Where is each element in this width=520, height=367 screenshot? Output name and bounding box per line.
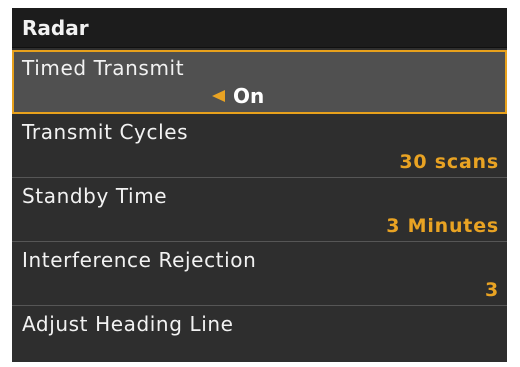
menu-item-value: 30 scans: [399, 151, 499, 173]
menu-item-label: Timed Transmit: [22, 56, 185, 80]
menu-item-adjust-heading-line[interactable]: Adjust Heading Line: [12, 306, 507, 362]
radar-settings-list: Timed Transmit On Transmit Cycles 30 sca…: [12, 50, 507, 362]
menu-header: Radar: [12, 8, 507, 48]
menu-item-value: 3 Minutes: [386, 215, 499, 237]
menu-item-interference-rejection[interactable]: Interference Rejection 3: [12, 242, 507, 306]
radar-menu-panel: Radar Timed Transmit On Transmit Cycles …: [12, 8, 507, 362]
toggle-value: On: [233, 84, 265, 108]
menu-item-value: 3: [484, 279, 499, 301]
timed-transmit-toggle[interactable]: On: [212, 84, 264, 108]
menu-item-label: Interference Rejection: [22, 248, 257, 272]
menu-item-label: Standby Time: [22, 184, 168, 208]
left-arrow-icon[interactable]: [212, 90, 225, 102]
menu-item-label: Transmit Cycles: [22, 120, 189, 144]
menu-item-standby-time[interactable]: Standby Time 3 Minutes: [12, 178, 507, 242]
menu-item-label: Adjust Heading Line: [22, 312, 234, 336]
menu-item-transmit-cycles[interactable]: Transmit Cycles 30 scans: [12, 114, 507, 178]
menu-item-timed-transmit[interactable]: Timed Transmit On: [12, 50, 507, 114]
menu-title: Radar: [22, 15, 89, 40]
